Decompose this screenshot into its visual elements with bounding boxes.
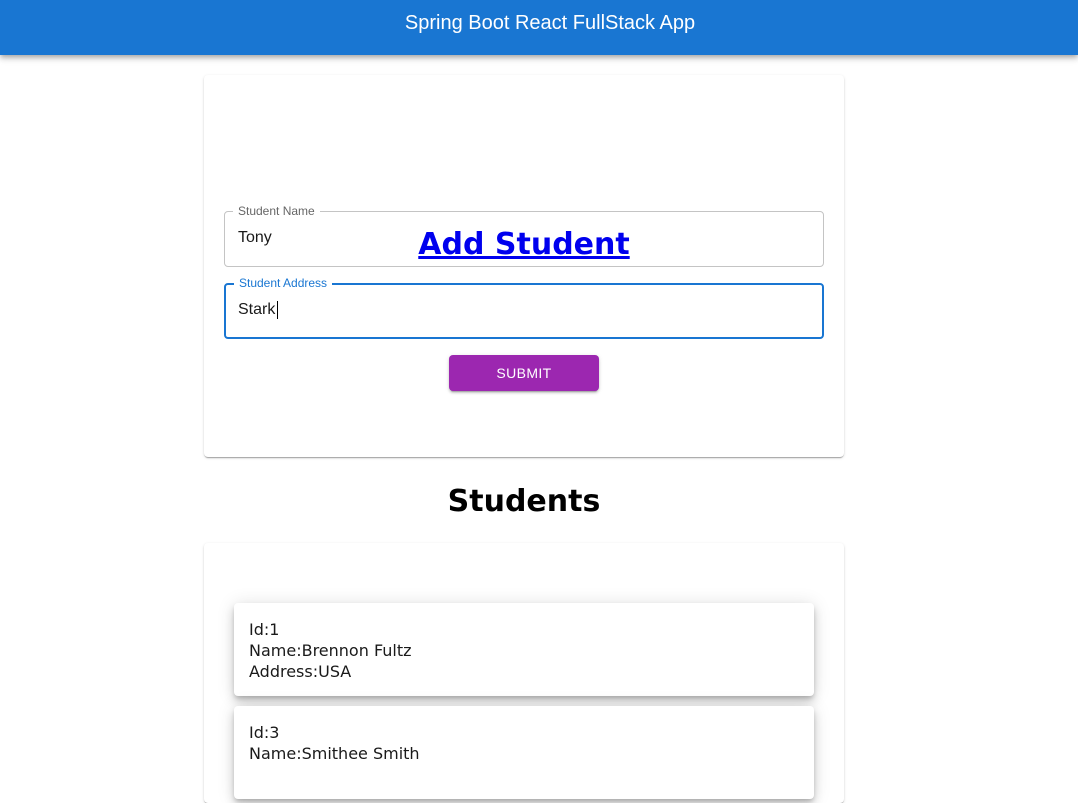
student-name: Name:Brennon Fultz (249, 641, 412, 660)
student-name: Name:Smithee Smith (249, 744, 420, 763)
student-id: Id:3 (249, 723, 280, 742)
student-name-field[interactable]: Student Name (224, 205, 824, 267)
student-address-field[interactable]: Student Address (224, 277, 824, 339)
student-address-input[interactable] (238, 299, 798, 321)
student-address: Address:USA (249, 662, 352, 681)
student-name-input[interactable] (238, 227, 798, 249)
student-card: Id:1 Name:Brennon Fultz Address:USA (234, 603, 814, 696)
text-caret (277, 301, 278, 319)
student-name-label: Student Name (238, 204, 315, 218)
student-address-label: Student Address (239, 276, 328, 290)
student-card: Id:3 Name:Smithee Smith (234, 706, 814, 799)
app-title: Spring Boot React FullStack App (404, 11, 696, 34)
submit-button[interactable]: Submit (449, 355, 599, 391)
app-bar: Spring Boot React FullStack App (0, 0, 1078, 55)
student-id: Id:1 (249, 620, 280, 639)
students-heading: Students (447, 484, 601, 519)
